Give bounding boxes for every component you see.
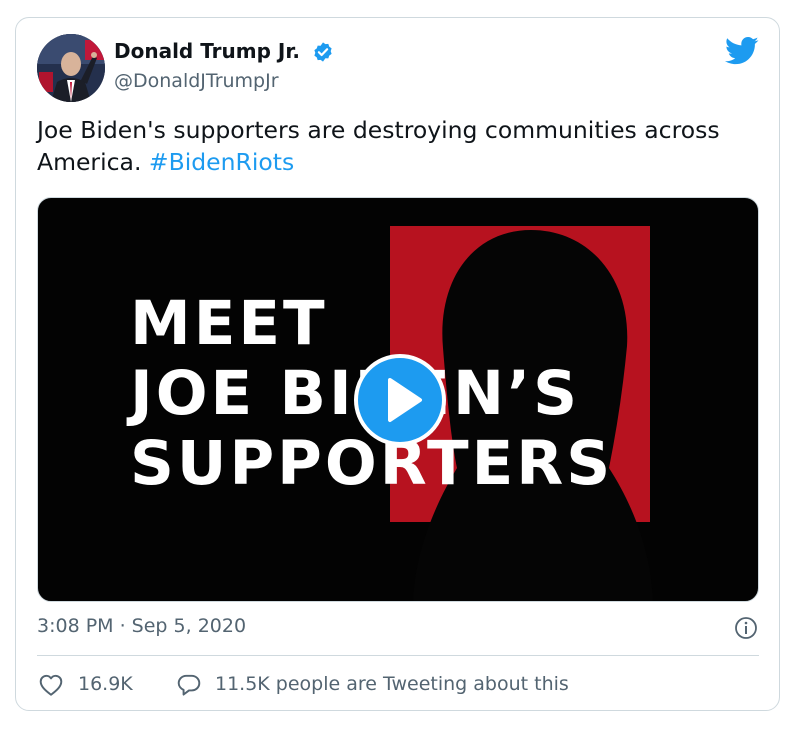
tweet-text: Joe Biden's supporters are destroying co… [37,114,757,178]
avatar[interactable] [37,34,105,102]
overlay-line-3: SUPPORTERS [130,428,614,499]
tweet-body: Joe Biden's supporters are destroying co… [37,116,720,176]
avatar-image [37,34,105,102]
tweet-timestamp[interactable]: 3:08 PM · Sep 5, 2020 [37,615,246,637]
info-icon[interactable] [734,616,758,640]
play-icon [388,378,422,422]
twitter-bird-icon[interactable] [725,36,759,66]
tweeting-about-link[interactable]: 11.5K people are Tweeting about this [215,673,569,695]
reply-bubble-icon[interactable] [176,672,202,698]
video-player[interactable]: MEET JOE BIDEN’S SUPPORTERS [37,197,759,602]
verified-badge-icon [314,42,332,62]
like-count[interactable]: 16.9K [78,673,133,695]
author-handle[interactable]: @DonaldJTrumpJr [114,70,279,92]
author-name[interactable]: Donald Trump Jr. [114,39,300,63]
tweet-card: Donald Trump Jr. @DonaldJTrumpJr Joe Bid… [15,17,780,711]
hashtag-link[interactable]: #BidenRiots [149,148,294,176]
heart-icon[interactable] [38,672,64,698]
play-button[interactable] [354,354,446,446]
divider [37,655,759,656]
overlay-line-1: MEET [130,288,328,359]
